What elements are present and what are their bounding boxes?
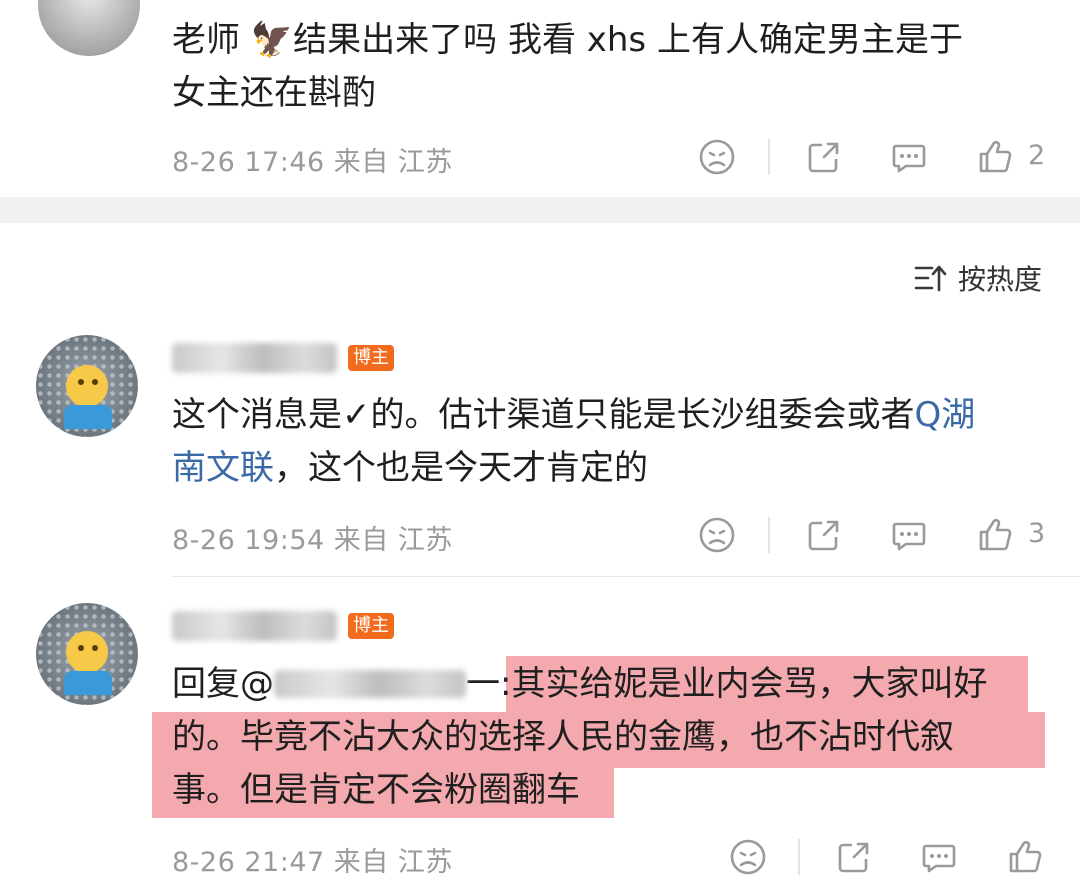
sort-icon xyxy=(914,262,948,294)
dislike-icon[interactable] xyxy=(697,515,737,555)
divider xyxy=(768,139,770,175)
like-icon[interactable] xyxy=(975,137,1015,177)
like-icon[interactable] xyxy=(975,515,1015,555)
comment-meta: 8-26 21:47 来自 江苏 xyxy=(172,847,453,878)
comment-icon[interactable] xyxy=(919,837,959,877)
dislike-icon[interactable] xyxy=(728,837,768,877)
blogger-badge: 博主 xyxy=(348,345,394,371)
like-icon[interactable] xyxy=(1005,837,1045,877)
avatar[interactable] xyxy=(36,603,138,705)
comment-icon[interactable] xyxy=(889,515,929,555)
mentioned-user-blurred[interactable] xyxy=(274,669,466,698)
comment-text: 回复@ 一:其实给妮是业内会骂，大家叫好 的。毕竟不沾大众的选择人民的金鹰，也不沾… xyxy=(172,664,988,810)
share-icon[interactable] xyxy=(804,515,844,555)
share-icon[interactable] xyxy=(804,137,844,177)
blogger-badge: 博主 xyxy=(348,613,394,639)
dislike-icon[interactable] xyxy=(697,137,737,177)
comment-text: 老师 🦅结果出来了吗 我看 xhs 上有人确定男主是于 女主还在斟酌 xyxy=(172,20,963,113)
divider xyxy=(172,576,1080,577)
comment-meta: 8-26 17:46 来自 江苏 xyxy=(172,147,453,178)
comment-meta: 8-26 19:54 来自 江苏 xyxy=(172,525,453,556)
like-count: 3 xyxy=(1028,518,1046,549)
avatar[interactable] xyxy=(36,335,138,437)
like-count: 2 xyxy=(1028,140,1046,171)
username-blurred[interactable] xyxy=(172,343,337,373)
topic-link[interactable]: 南文联 xyxy=(172,448,274,488)
section-divider xyxy=(0,197,1080,223)
divider xyxy=(768,517,770,553)
username-blurred[interactable] xyxy=(172,611,337,641)
divider xyxy=(798,839,800,875)
comment-icon[interactable] xyxy=(889,137,929,177)
topic-link[interactable]: Q湖 xyxy=(915,395,976,435)
comment-text: 这个消息是✓的。估计渠道只能是长沙组委会或者Q湖 南文联，这个也是今天才肯定的 xyxy=(172,395,976,488)
share-icon[interactable] xyxy=(834,837,874,877)
avatar[interactable] xyxy=(38,0,140,56)
sort-label: 按热度 xyxy=(958,263,1043,296)
